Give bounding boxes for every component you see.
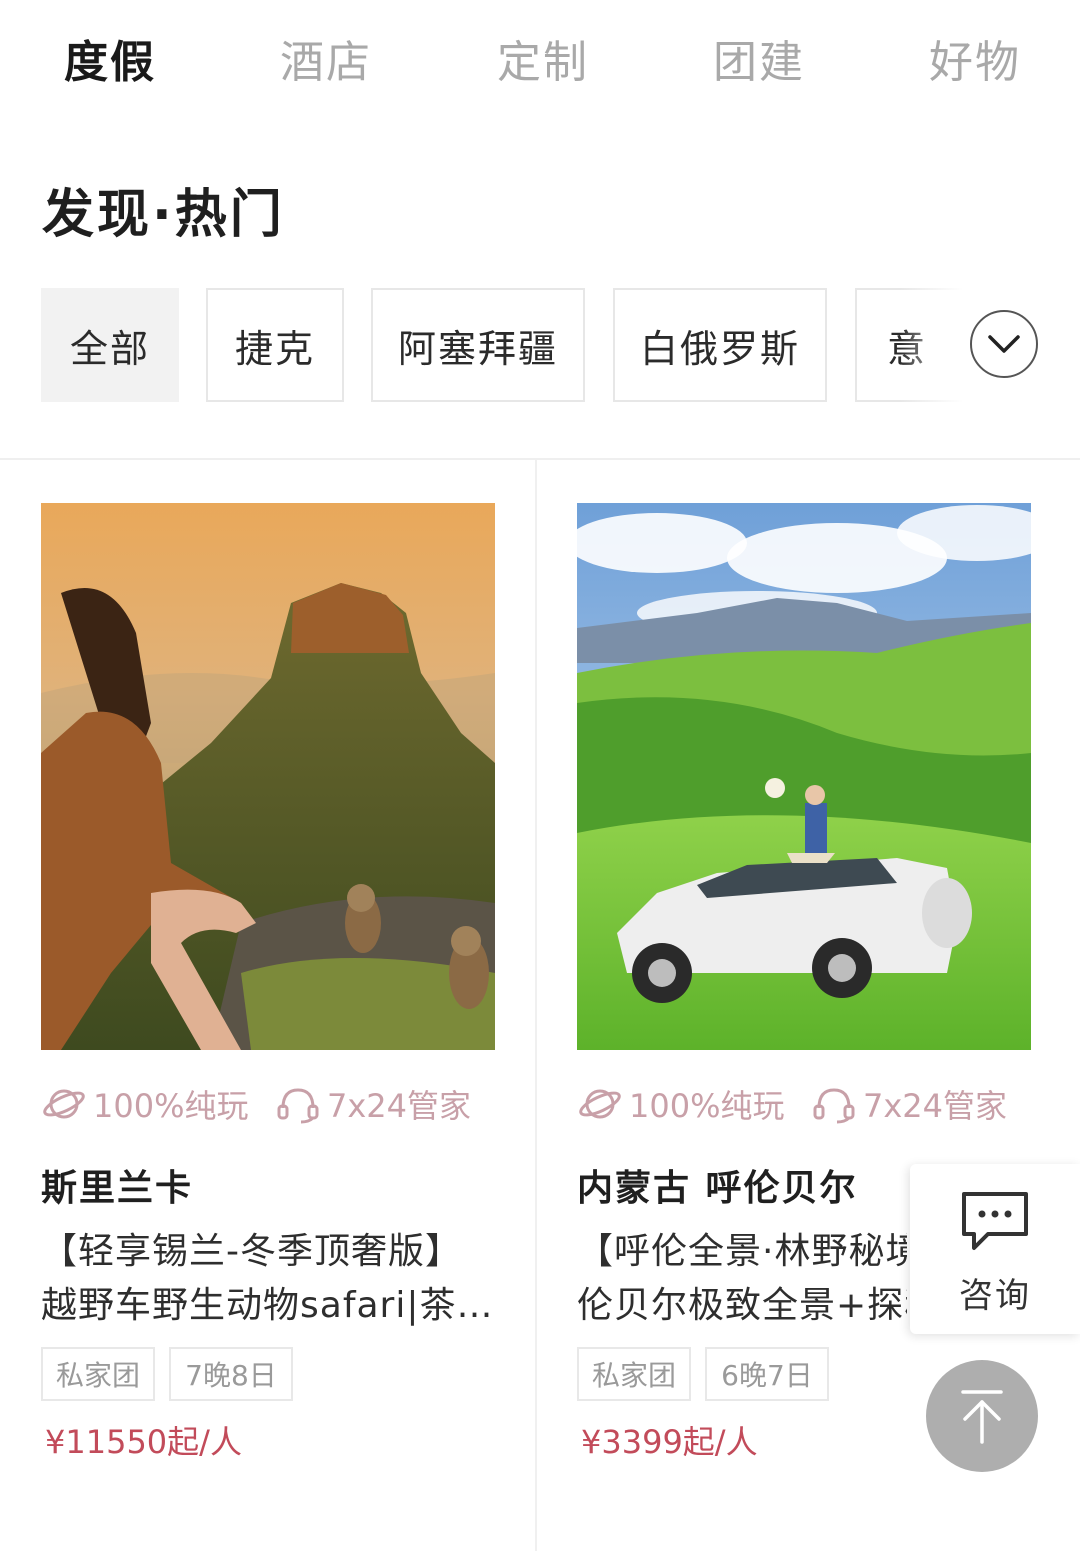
- price-label: ¥11550起/人: [45, 1423, 242, 1461]
- headset-icon: [813, 1088, 855, 1124]
- consult-button[interactable]: 咨询: [910, 1164, 1080, 1334]
- product-description: 【呼伦全景·林野秘境 伦贝尔极致全景+探秘: [577, 1225, 907, 1333]
- feature-butler: 7x24管家: [811, 1081, 1007, 1127]
- back-to-top-button[interactable]: [926, 1360, 1038, 1472]
- filter-chip-belarus[interactable]: 白俄罗斯: [613, 288, 827, 402]
- tab-team-building[interactable]: 团建: [713, 26, 805, 90]
- product-card[interactable]: 100%纯玩 7x24管家 斯里兰卡 【轻享锡兰-冬季顶奢版】 越野车野生动物s…: [41, 503, 497, 1461]
- product-card[interactable]: 100%纯玩 7x24管家 内蒙古 呼伦贝尔 【呼伦全景·林野秘境 伦贝尔极致全…: [577, 503, 1033, 1461]
- feature-label: 100%纯玩: [629, 1087, 785, 1125]
- column-divider: [535, 460, 537, 1551]
- filter-chip-azerbaijan[interactable]: 阿塞拜疆: [371, 288, 585, 402]
- feature-row: 100%纯玩 7x24管家: [577, 1081, 1047, 1125]
- description-line: 【呼伦全景·林野秘境: [577, 1231, 907, 1272]
- product-photo-inner-mongolia[interactable]: [577, 503, 1031, 1050]
- tag-duration: 7晚8日: [169, 1347, 293, 1401]
- price-label: ¥3399起/人: [581, 1423, 758, 1461]
- feature-pure-play: 100%纯玩: [577, 1081, 785, 1127]
- chevron-down-icon: [988, 335, 1020, 353]
- feature-label: 7x24管家: [327, 1087, 472, 1125]
- destination-title: 斯里兰卡: [41, 1168, 194, 1209]
- feature-pure-play: 100%纯玩: [41, 1081, 249, 1127]
- destination-title: 内蒙古 呼伦贝尔: [577, 1168, 858, 1209]
- feature-label: 7x24管家: [863, 1087, 1008, 1125]
- description-line: 伦贝尔极致全景+探秘: [577, 1285, 907, 1326]
- tab-custom[interactable]: 定制: [497, 26, 589, 90]
- chat-bubble-icon: [960, 1190, 1030, 1256]
- section-divider: [0, 458, 1080, 460]
- consult-label: 咨询: [959, 1276, 1031, 1316]
- filter-chip-all[interactable]: 全部: [41, 288, 179, 402]
- feature-row: 100%纯玩 7x24管家: [41, 1081, 511, 1125]
- tag-private-group: 私家团: [577, 1347, 691, 1401]
- filter-chip-czech[interactable]: 捷克: [206, 288, 344, 402]
- description-line: 越野车野生动物safari|茶…: [41, 1285, 494, 1326]
- arrow-up-icon: [961, 1390, 1003, 1444]
- expand-filters-button[interactable]: [970, 310, 1038, 378]
- tag-duration: 6晚7日: [705, 1347, 829, 1401]
- filter-chip-row: 全部 捷克 阿塞拜疆 白俄罗斯 意: [0, 288, 1080, 404]
- product-photo-sri-lanka[interactable]: [41, 503, 495, 1050]
- tab-vacation[interactable]: 度假: [64, 26, 156, 90]
- planet-icon: [43, 1089, 85, 1119]
- tab-goods[interactable]: 好物: [929, 26, 1021, 90]
- feature-label: 100%纯玩: [93, 1087, 249, 1125]
- section-title: 发现·热门: [42, 185, 285, 245]
- planet-icon: [579, 1089, 621, 1119]
- description-line: 【轻享锡兰-冬季顶奢版】: [41, 1231, 462, 1272]
- feature-butler: 7x24管家: [275, 1081, 471, 1127]
- tag-private-group: 私家团: [41, 1347, 155, 1401]
- tab-hotel[interactable]: 酒店: [280, 26, 372, 90]
- top-tab-bar: 度假 酒店 定制 团建 好物: [0, 0, 1080, 112]
- product-description: 【轻享锡兰-冬季顶奢版】 越野车野生动物safari|茶…: [41, 1225, 499, 1333]
- headset-icon: [277, 1088, 319, 1124]
